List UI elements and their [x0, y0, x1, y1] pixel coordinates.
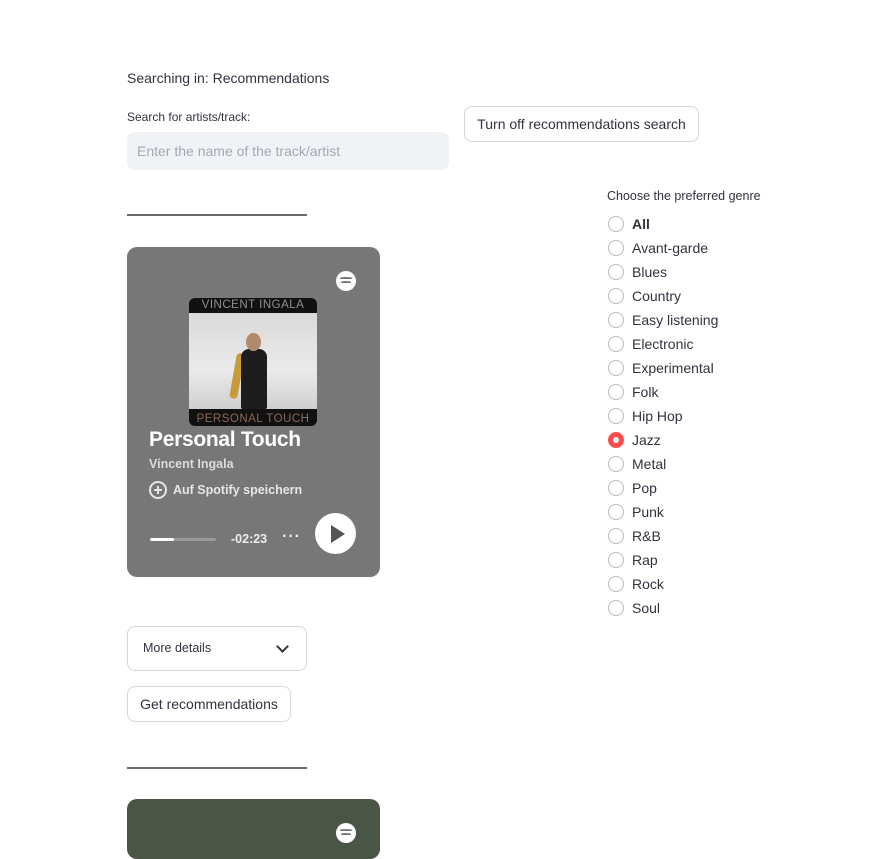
spotify-player-card: VINCENT INGALA PERSONAL TOUCH Personal T…: [127, 247, 380, 577]
genre-option-label: Blues: [632, 264, 668, 280]
genre-option[interactable]: Jazz: [608, 428, 718, 452]
genre-option-label: Hip Hop: [632, 408, 683, 424]
search-input[interactable]: [127, 132, 449, 170]
play-button[interactable]: [315, 513, 356, 554]
genre-option[interactable]: Pop: [608, 476, 718, 500]
genre-option[interactable]: Avant-garde: [608, 236, 718, 260]
genre-option-label: Experimental: [632, 360, 714, 376]
search-label: Search for artists/track:: [127, 110, 251, 124]
genre-option[interactable]: Hip Hop: [608, 404, 718, 428]
genre-option-label: Rock: [632, 576, 664, 592]
radio-button[interactable]: [608, 576, 624, 592]
album-cover[interactable]: VINCENT INGALA PERSONAL TOUCH: [189, 298, 317, 426]
divider: [127, 214, 307, 216]
divider: [127, 767, 307, 769]
radio-button[interactable]: [608, 336, 624, 352]
person-head-shape: [246, 333, 261, 351]
genre-option-label: Jazz: [632, 432, 661, 448]
radio-button[interactable]: [608, 360, 624, 376]
playback-progress-bar[interactable]: [150, 538, 216, 541]
genre-option[interactable]: Blues: [608, 260, 718, 284]
genre-option-label: Metal: [632, 456, 667, 472]
radio-button[interactable]: [608, 504, 624, 520]
radio-button[interactable]: [608, 480, 624, 496]
genre-option-label: R&B: [632, 528, 661, 544]
spotify-player-card: [127, 799, 380, 859]
spotify-logo-icon[interactable]: [336, 823, 356, 843]
spotify-logo-icon[interactable]: [336, 271, 356, 291]
save-to-spotify-label: Auf Spotify speichern: [173, 483, 303, 497]
genre-option[interactable]: Easy listening: [608, 308, 718, 332]
genre-option[interactable]: R&B: [608, 524, 718, 548]
radio-button[interactable]: [608, 432, 624, 448]
genre-option[interactable]: Metal: [608, 452, 718, 476]
genre-option[interactable]: Soul: [608, 596, 718, 620]
person-shape: [241, 349, 267, 409]
radio-button[interactable]: [608, 288, 624, 304]
more-details-expander[interactable]: More details: [127, 626, 307, 671]
add-circle-icon: [149, 481, 167, 499]
genre-option-label: Country: [632, 288, 682, 304]
track-artist[interactable]: Vincent Ingala: [149, 457, 234, 471]
genre-option-label: Soul: [632, 600, 661, 616]
radio-button[interactable]: [608, 600, 624, 616]
get-recommendations-button[interactable]: Get recommendations: [127, 686, 291, 722]
radio-button[interactable]: [608, 384, 624, 400]
genre-label: Choose the preferred genre: [607, 189, 761, 203]
genre-option-label: Rap: [632, 552, 658, 568]
radio-button[interactable]: [608, 240, 624, 256]
genre-option[interactable]: Country: [608, 284, 718, 308]
genre-option[interactable]: Rock: [608, 572, 718, 596]
genre-option-label: Electronic: [632, 336, 694, 352]
chevron-down-icon: [276, 640, 289, 653]
album-cover-artist-text: VINCENT INGALA: [201, 299, 305, 311]
radio-button[interactable]: [608, 456, 624, 472]
genre-option[interactable]: Electronic: [608, 332, 718, 356]
genre-option[interactable]: Punk: [608, 500, 718, 524]
more-options-icon[interactable]: ···: [282, 528, 301, 546]
genre-radio-group: All Avant-garde Blues Country Easy listening…: [608, 212, 718, 620]
genre-option-label: Folk: [632, 384, 659, 400]
more-details-label: More details: [143, 641, 212, 655]
genre-option-label: Easy listening: [632, 312, 719, 328]
radio-button[interactable]: [608, 552, 624, 568]
genre-option-label: Punk: [632, 504, 664, 520]
album-cover-title-text: PERSONAL TOUCH: [196, 413, 310, 425]
genre-option-label: Avant-garde: [632, 240, 709, 256]
radio-button[interactable]: [608, 264, 624, 280]
time-remaining: -02:23: [231, 532, 268, 546]
genre-option-label: Pop: [632, 480, 657, 496]
radio-button[interactable]: [608, 312, 624, 328]
radio-button[interactable]: [608, 216, 624, 232]
genre-option[interactable]: Folk: [608, 380, 718, 404]
track-title[interactable]: Personal Touch: [149, 428, 301, 452]
playback-progress-fill: [150, 538, 174, 541]
radio-button[interactable]: [608, 528, 624, 544]
search-status-text: Searching in: Recommendations: [127, 70, 330, 86]
genre-option[interactable]: All: [608, 212, 718, 236]
genre-option-label: All: [632, 216, 650, 232]
album-cover-photo: [189, 313, 317, 409]
genre-option[interactable]: Experimental: [608, 356, 718, 380]
genre-option[interactable]: Rap: [608, 548, 718, 572]
turn-off-recommendations-button[interactable]: Turn off recommendations search: [464, 106, 699, 142]
save-to-spotify-button[interactable]: Auf Spotify speichern: [149, 481, 302, 499]
radio-button[interactable]: [608, 408, 624, 424]
